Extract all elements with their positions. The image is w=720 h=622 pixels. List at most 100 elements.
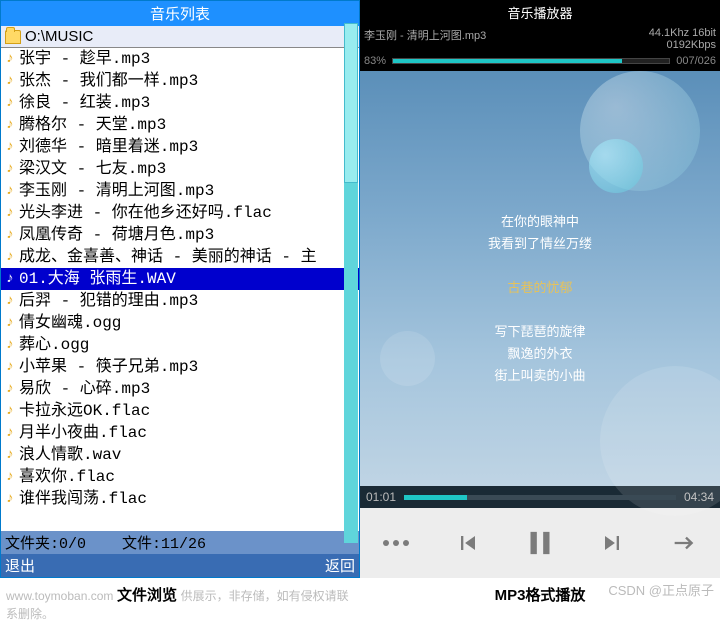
list-item-label: 张杰 - 我们都一样.mp3 — [19, 70, 198, 92]
music-note-icon: ♪ — [3, 382, 17, 396]
footer-label-left: 文件浏览 — [117, 587, 177, 604]
pause-button[interactable] — [517, 520, 563, 566]
list-item[interactable]: ♪月半小夜曲.flac — [1, 422, 359, 444]
music-note-icon: ♪ — [3, 250, 17, 264]
music-note-icon: ♪ — [3, 448, 17, 462]
list-item-label: 徐良 - 红装.mp3 — [19, 92, 150, 114]
list-item[interactable]: ♪葬心.ogg — [1, 334, 359, 356]
lyric-line — [360, 255, 720, 277]
music-note-icon: ♪ — [3, 96, 17, 110]
lyric-line: 写下琵琶的旋律 — [360, 321, 720, 343]
next-button[interactable] — [589, 520, 635, 566]
list-item[interactable]: ♪浪人情歌.wav — [1, 444, 359, 466]
footer-label-right: MP3格式播放 — [495, 587, 586, 604]
list-item[interactable]: ♪李玉刚 - 清明上河图.mp3 — [1, 180, 359, 202]
list-item-label: 喜欢你.flac — [19, 466, 115, 488]
buffer-track[interactable] — [392, 58, 670, 64]
list-item[interactable]: ♪徐良 - 红装.mp3 — [1, 92, 359, 114]
list-item-label: 成龙、金喜善、神话 - 美丽的神话 - 主 — [19, 246, 317, 268]
list-item[interactable]: ♪张杰 - 我们都一样.mp3 — [1, 70, 359, 92]
list-item-label: 月半小夜曲.flac — [19, 422, 147, 444]
list-item[interactable]: ♪卡拉永远OK.flac — [1, 400, 359, 422]
now-playing-bar: 李玉刚 - 清明上河图.mp3 44.1Khz 16bit 0192Kbps — [360, 25, 720, 53]
now-playing-track: 李玉刚 - 清明上河图.mp3 — [364, 27, 486, 51]
path-text: O:\MUSIC — [25, 28, 93, 45]
player-title: 音乐播放器 — [360, 0, 720, 25]
folder-count: 文件夹:0/0 — [5, 532, 86, 553]
list-item-label: 腾格尔 - 天堂.mp3 — [19, 114, 166, 136]
path-bar[interactable]: O:\MUSIC — [1, 26, 359, 48]
list-item-label: 后羿 - 犯错的理由.mp3 — [19, 290, 198, 312]
music-note-icon: ♪ — [3, 52, 17, 66]
bottom-bar: 退出 返回 — [1, 554, 359, 577]
lyrics-block: 在你的眼神中我看到了情丝万缕 古巷的忧郁 写下琵琶的旋律飘逸的外衣街上叫卖的小曲 — [360, 211, 720, 387]
list-item-label: 浪人情歌.wav — [19, 444, 121, 466]
arrow-right-button[interactable] — [661, 520, 707, 566]
list-item-label: 李玉刚 - 清明上河图.mp3 — [19, 180, 214, 202]
music-note-icon: ♪ — [3, 74, 17, 88]
list-item-label: 谁伴我闯荡.flac — [19, 488, 147, 510]
music-note-icon: ♪ — [3, 404, 17, 418]
music-note-icon: ♪ — [3, 118, 17, 132]
list-item[interactable]: ♪易欣 - 心碎.mp3 — [1, 378, 359, 400]
music-note-icon: ♪ — [3, 426, 17, 440]
music-note-icon: ♪ — [3, 338, 17, 352]
back-button[interactable]: 返回 — [325, 555, 355, 576]
exit-button[interactable]: 退出 — [5, 555, 35, 576]
list-item-label: 张宇 - 趁早.mp3 — [19, 48, 150, 70]
footer-copy-domain: www.toymoban.com — [6, 589, 113, 603]
list-item[interactable]: ♪倩女幽魂.ogg — [1, 312, 359, 334]
arrow-right-icon — [670, 529, 698, 557]
music-player-panel: 音乐播放器 李玉刚 - 清明上河图.mp3 44.1Khz 16bit 0192… — [360, 0, 720, 578]
music-note-icon: ♪ — [3, 294, 17, 308]
scrollbar-thumb[interactable] — [344, 23, 358, 183]
skip-next-icon — [598, 529, 626, 557]
list-item-label: 葬心.ogg — [19, 334, 89, 356]
list-item[interactable]: ♪后羿 - 犯错的理由.mp3 — [1, 290, 359, 312]
list-item[interactable]: ♪梁汉文 - 七友.mp3 — [1, 158, 359, 180]
list-item[interactable]: ♪小苹果 - 筷子兄弟.mp3 — [1, 356, 359, 378]
list-item[interactable]: ♪凤凰传奇 - 荷塘月色.mp3 — [1, 224, 359, 246]
list-item[interactable]: ♪喜欢你.flac — [1, 466, 359, 488]
pause-icon — [521, 524, 559, 562]
seek-track[interactable] — [404, 495, 676, 500]
sample-rate: 44.1Khz 16bit — [649, 27, 716, 39]
lyric-line: 飘逸的外衣 — [360, 343, 720, 365]
list-item[interactable]: ♪刘德华 - 暗里着迷.mp3 — [1, 136, 359, 158]
list-item-label: 光头李进 - 你在他乡还好吗.flac — [19, 202, 272, 224]
lyric-line: 在你的眼神中 — [360, 211, 720, 233]
list-item[interactable]: ♪成龙、金喜善、神话 - 美丽的神话 - 主 — [1, 246, 359, 268]
music-note-icon: ♪ — [3, 162, 17, 176]
list-item[interactable]: ♪张宇 - 趁早.mp3 — [1, 48, 359, 70]
buffer-bar: 83% 007/026 — [360, 53, 720, 71]
lyric-line: 街上叫卖的小曲 — [360, 365, 720, 387]
music-note-icon: ♪ — [3, 206, 17, 220]
list-item-label: 01.大海 张雨生.WAV — [19, 268, 176, 290]
music-note-icon: ♪ — [3, 470, 17, 484]
list-item-label: 易欣 - 心碎.mp3 — [19, 378, 150, 400]
list-item-label: 卡拉永远OK.flac — [19, 400, 150, 422]
lyrics-area: 在你的眼神中我看到了情丝万缕 古巷的忧郁 写下琵琶的旋律飘逸的外衣街上叫卖的小曲 — [360, 71, 720, 486]
lyric-line: 我看到了情丝万缕 — [360, 233, 720, 255]
music-note-icon: ♪ — [3, 228, 17, 242]
dots-icon — [383, 540, 409, 546]
bitrate: 0192Kbps — [666, 39, 716, 51]
list-item[interactable]: ♪腾格尔 - 天堂.mp3 — [1, 114, 359, 136]
time-current: 01:01 — [366, 490, 396, 504]
player-controls — [360, 508, 720, 578]
buffer-percent: 83% — [364, 55, 386, 67]
bokeh-circle — [589, 139, 643, 193]
list-item[interactable]: ♪谁伴我闯荡.flac — [1, 488, 359, 510]
lyric-line: 古巷的忧郁 — [360, 277, 720, 299]
vertical-scrollbar[interactable] — [344, 23, 358, 543]
folder-icon — [5, 30, 21, 44]
list-item[interactable]: ♪光头李进 - 你在他乡还好吗.flac — [1, 202, 359, 224]
list-item[interactable]: ♪01.大海 张雨生.WAV — [1, 268, 359, 290]
list-item-label: 倩女幽魂.ogg — [19, 312, 121, 334]
file-list: ♪张宇 - 趁早.mp3♪张杰 - 我们都一样.mp3♪徐良 - 红装.mp3♪… — [1, 48, 359, 531]
skip-previous-icon — [454, 529, 482, 557]
more-button[interactable] — [373, 520, 419, 566]
list-item-label: 梁汉文 - 七友.mp3 — [19, 158, 166, 180]
list-item-label: 凤凰传奇 - 荷塘月色.mp3 — [19, 224, 214, 246]
previous-button[interactable] — [445, 520, 491, 566]
